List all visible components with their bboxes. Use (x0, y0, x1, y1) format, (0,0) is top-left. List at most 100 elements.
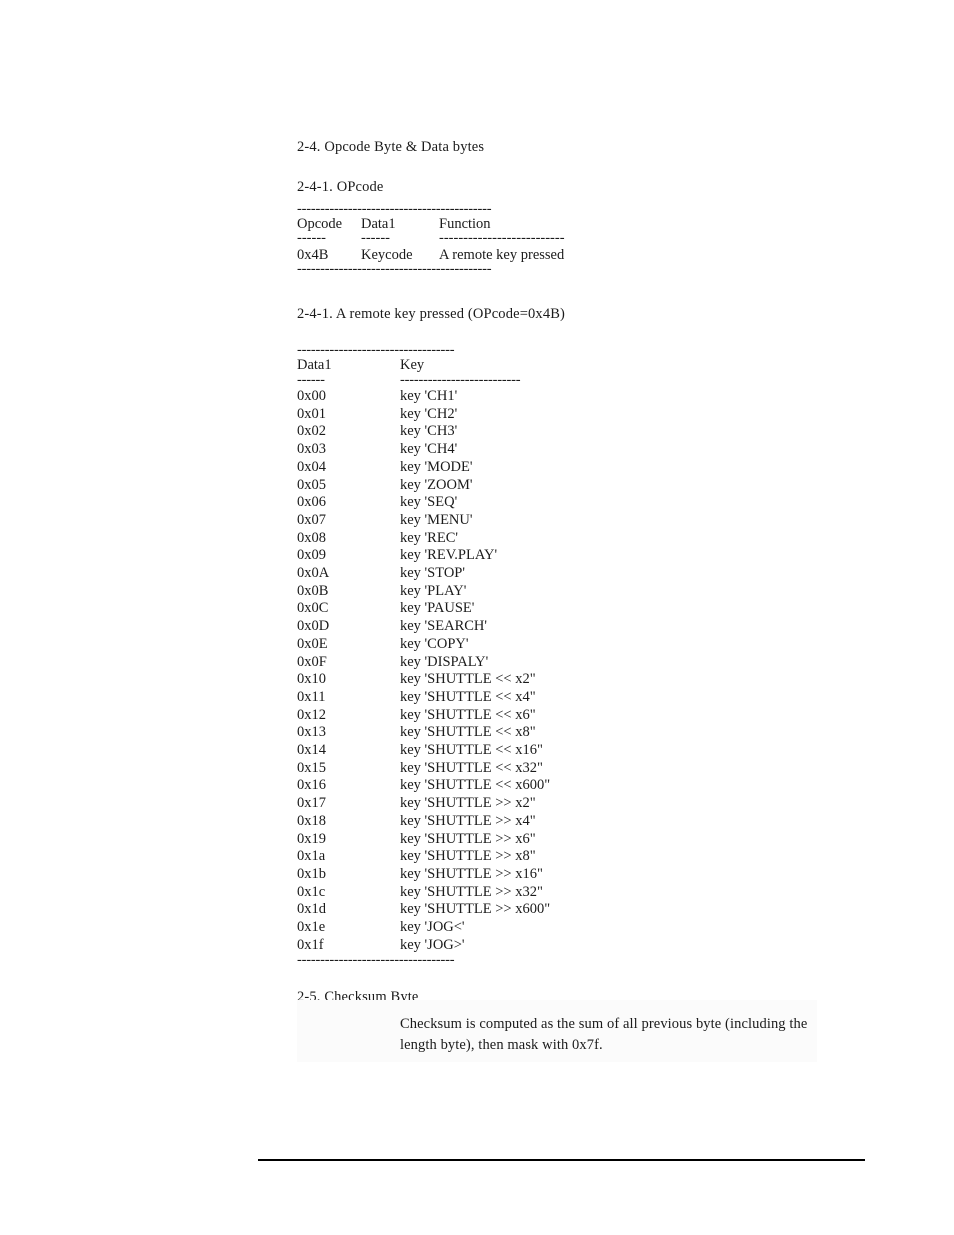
key-table-top-rule: ---------------------------------- (297, 345, 455, 356)
key-table-header-rule-row: ------ -------------------------- (297, 375, 730, 388)
key-cell-data1: 0x0C (297, 600, 329, 617)
key-table-row: 0x01 key 'CH2' (297, 406, 730, 424)
opcode-cell-function: A remote key pressed (439, 247, 565, 263)
document-content: 2-4. Opcode Byte & Data bytes 2-4-1. OPc… (297, 138, 917, 1006)
key-cell-key: key 'CH2' (400, 405, 458, 422)
key-cell-key: key 'SHUTTLE >> x8" (400, 848, 536, 865)
key-cell-data1: 0x13 (297, 724, 326, 741)
key-cell-data1: 0x12 (297, 706, 326, 723)
key-cell-key: key 'SHUTTLE >> x32" (400, 883, 543, 900)
key-cell-key: key 'DISPALY' (400, 653, 489, 670)
key-cell-data1: 0x17 (297, 795, 326, 812)
key-table-row: 0x09 key 'REV.PLAY' (297, 547, 730, 565)
key-table-row: 0x11 key 'SHUTTLE << x4" (297, 689, 730, 707)
key-col-header-data1: Data1 (297, 357, 332, 373)
key-cell-key: key 'SEARCH' (400, 618, 487, 635)
key-cell-data1: 0x1f (297, 936, 324, 953)
opcode-table-header-row: Opcode Data1 Function (297, 215, 565, 233)
opcode-table-top-rule: ----------------------------------------… (297, 204, 492, 215)
key-table-row: 0x1a key 'SHUTTLE >> x8" (297, 848, 730, 866)
key-cell-data1: 0x1b (297, 865, 326, 882)
heading-2-4-1-opcode: 2-4-1. OPcode (297, 179, 384, 195)
key-cell-key: key 'SHUTTLE >> x6" (400, 830, 536, 847)
key-cell-data1: 0x1c (297, 883, 326, 900)
key-cell-key: key 'SHUTTLE >> x4" (400, 812, 536, 829)
key-cell-data1: 0x18 (297, 812, 326, 829)
key-cell-data1: 0x15 (297, 759, 326, 776)
key-cell-key: key 'SEQ' (400, 494, 458, 511)
key-cell-key: key 'SHUTTLE << x4" (400, 688, 536, 705)
key-cell-data1: 0x01 (297, 405, 326, 422)
key-table-row: 0x17 key 'SHUTTLE >> x2" (297, 795, 730, 813)
opcode-table: Opcode Data1 Function ------ ------ ----… (297, 215, 565, 264)
key-cell-key: key 'CH4' (400, 441, 458, 458)
key-table-row: 0x08 key 'REC' (297, 530, 730, 548)
key-cell-data1: 0x1a (297, 848, 326, 865)
opcode-col-rule-function: -------------------------- (439, 233, 565, 246)
opcode-table-bottom-rule: ----------------------------------------… (297, 264, 492, 275)
key-cell-data1: 0x16 (297, 777, 326, 794)
opcode-col-header-function: Function (439, 216, 491, 232)
key-table-row: 0x0E key 'COPY' (297, 636, 730, 654)
key-cell-data1: 0x0E (297, 635, 328, 652)
key-cell-data1: 0x04 (297, 458, 326, 475)
key-cell-data1: 0x1d (297, 901, 326, 918)
key-table-row: 0x0F key 'DISPALY' (297, 654, 730, 672)
key-cell-key: key 'SHUTTLE << x16" (400, 742, 543, 759)
key-cell-data1: 0x09 (297, 547, 326, 564)
key-cell-data1: 0x00 (297, 388, 326, 404)
key-table-row: 0x1e key 'JOG<' (297, 919, 730, 937)
key-table-header-row: Data1 Key (297, 356, 730, 375)
key-table-row: 0x00 key 'CH1' (297, 388, 730, 406)
key-table-row: 0x13 key 'SHUTTLE << x8" (297, 724, 730, 742)
opcode-table-header-rule-row: ------ ------ -------------------------- (297, 233, 565, 246)
opcode-col-header-opcode: Opcode (297, 216, 343, 232)
key-cell-key: key 'SHUTTLE >> x600" (400, 901, 551, 918)
key-table-row: 0x0B key 'PLAY' (297, 583, 730, 601)
key-cell-key: key 'CH3' (400, 423, 458, 440)
key-table: Data1 Key ------ -----------------------… (297, 356, 730, 955)
key-cell-key: key 'STOP' (400, 565, 465, 582)
opcode-col-rule-data1: ------ (361, 233, 390, 246)
key-cell-data1: 0x0D (297, 618, 330, 635)
key-table-row: 0x07 key 'MENU' (297, 512, 730, 530)
key-cell-data1: 0x11 (297, 688, 326, 705)
key-cell-key: key 'SHUTTLE >> x2" (400, 795, 536, 812)
key-cell-data1: 0x03 (297, 441, 326, 458)
key-cell-data1: 0x06 (297, 494, 326, 511)
key-cell-key: key 'REV.PLAY' (400, 547, 498, 564)
key-cell-data1: 0x08 (297, 529, 326, 546)
key-cell-key: key 'PAUSE' (400, 600, 475, 617)
key-cell-data1: 0x05 (297, 476, 326, 493)
key-cell-key: key 'PLAY' (400, 582, 467, 599)
key-cell-data1: 0x0F (297, 653, 327, 670)
key-cell-data1: 0x10 (297, 671, 326, 688)
document-page: 2-4. Opcode Byte & Data bytes 2-4-1. OPc… (0, 0, 954, 1235)
key-cell-data1: 0x0A (297, 565, 330, 582)
footer-rule (258, 1159, 865, 1161)
key-table-row: 0x10 key 'SHUTTLE << x2" (297, 671, 730, 689)
opcode-col-rule-opcode: ------ (297, 233, 326, 246)
key-cell-key: key 'JOG<' (400, 919, 465, 936)
key-cell-key: key 'SHUTTLE << x600" (400, 777, 551, 794)
key-col-rule-key: -------------------------- (400, 375, 521, 388)
heading-2-4: 2-4. Opcode Byte & Data bytes (297, 139, 485, 155)
key-table-row: 0x0D key 'SEARCH' (297, 618, 730, 636)
opcode-table-row: 0x4B Keycode A remote key pressed (297, 246, 565, 264)
key-table-row: 0x16 key 'SHUTTLE << x600" (297, 777, 730, 795)
key-table-row: 0x14 key 'SHUTTLE << x16" (297, 742, 730, 760)
key-cell-key: key 'REC' (400, 529, 458, 546)
key-table-bottom-rule: ---------------------------------- (297, 954, 455, 966)
key-table-row: 0x18 key 'SHUTTLE >> x4" (297, 813, 730, 831)
key-cell-key: key 'JOG>' (400, 936, 465, 953)
key-cell-key: key 'SHUTTLE << x2" (400, 671, 536, 688)
key-cell-key: key 'ZOOM' (400, 476, 473, 493)
key-table-row: 0x19 key 'SHUTTLE >> x6" (297, 831, 730, 849)
key-cell-data1: 0x14 (297, 742, 326, 759)
key-table-row: 0x06 key 'SEQ' (297, 494, 730, 512)
key-cell-data1: 0x02 (297, 423, 326, 440)
key-cell-data1: 0x1e (297, 919, 326, 936)
key-table-row: 0x1c key 'SHUTTLE >> x32" (297, 884, 730, 902)
key-table-row: 0x04 key 'MODE' (297, 459, 730, 477)
